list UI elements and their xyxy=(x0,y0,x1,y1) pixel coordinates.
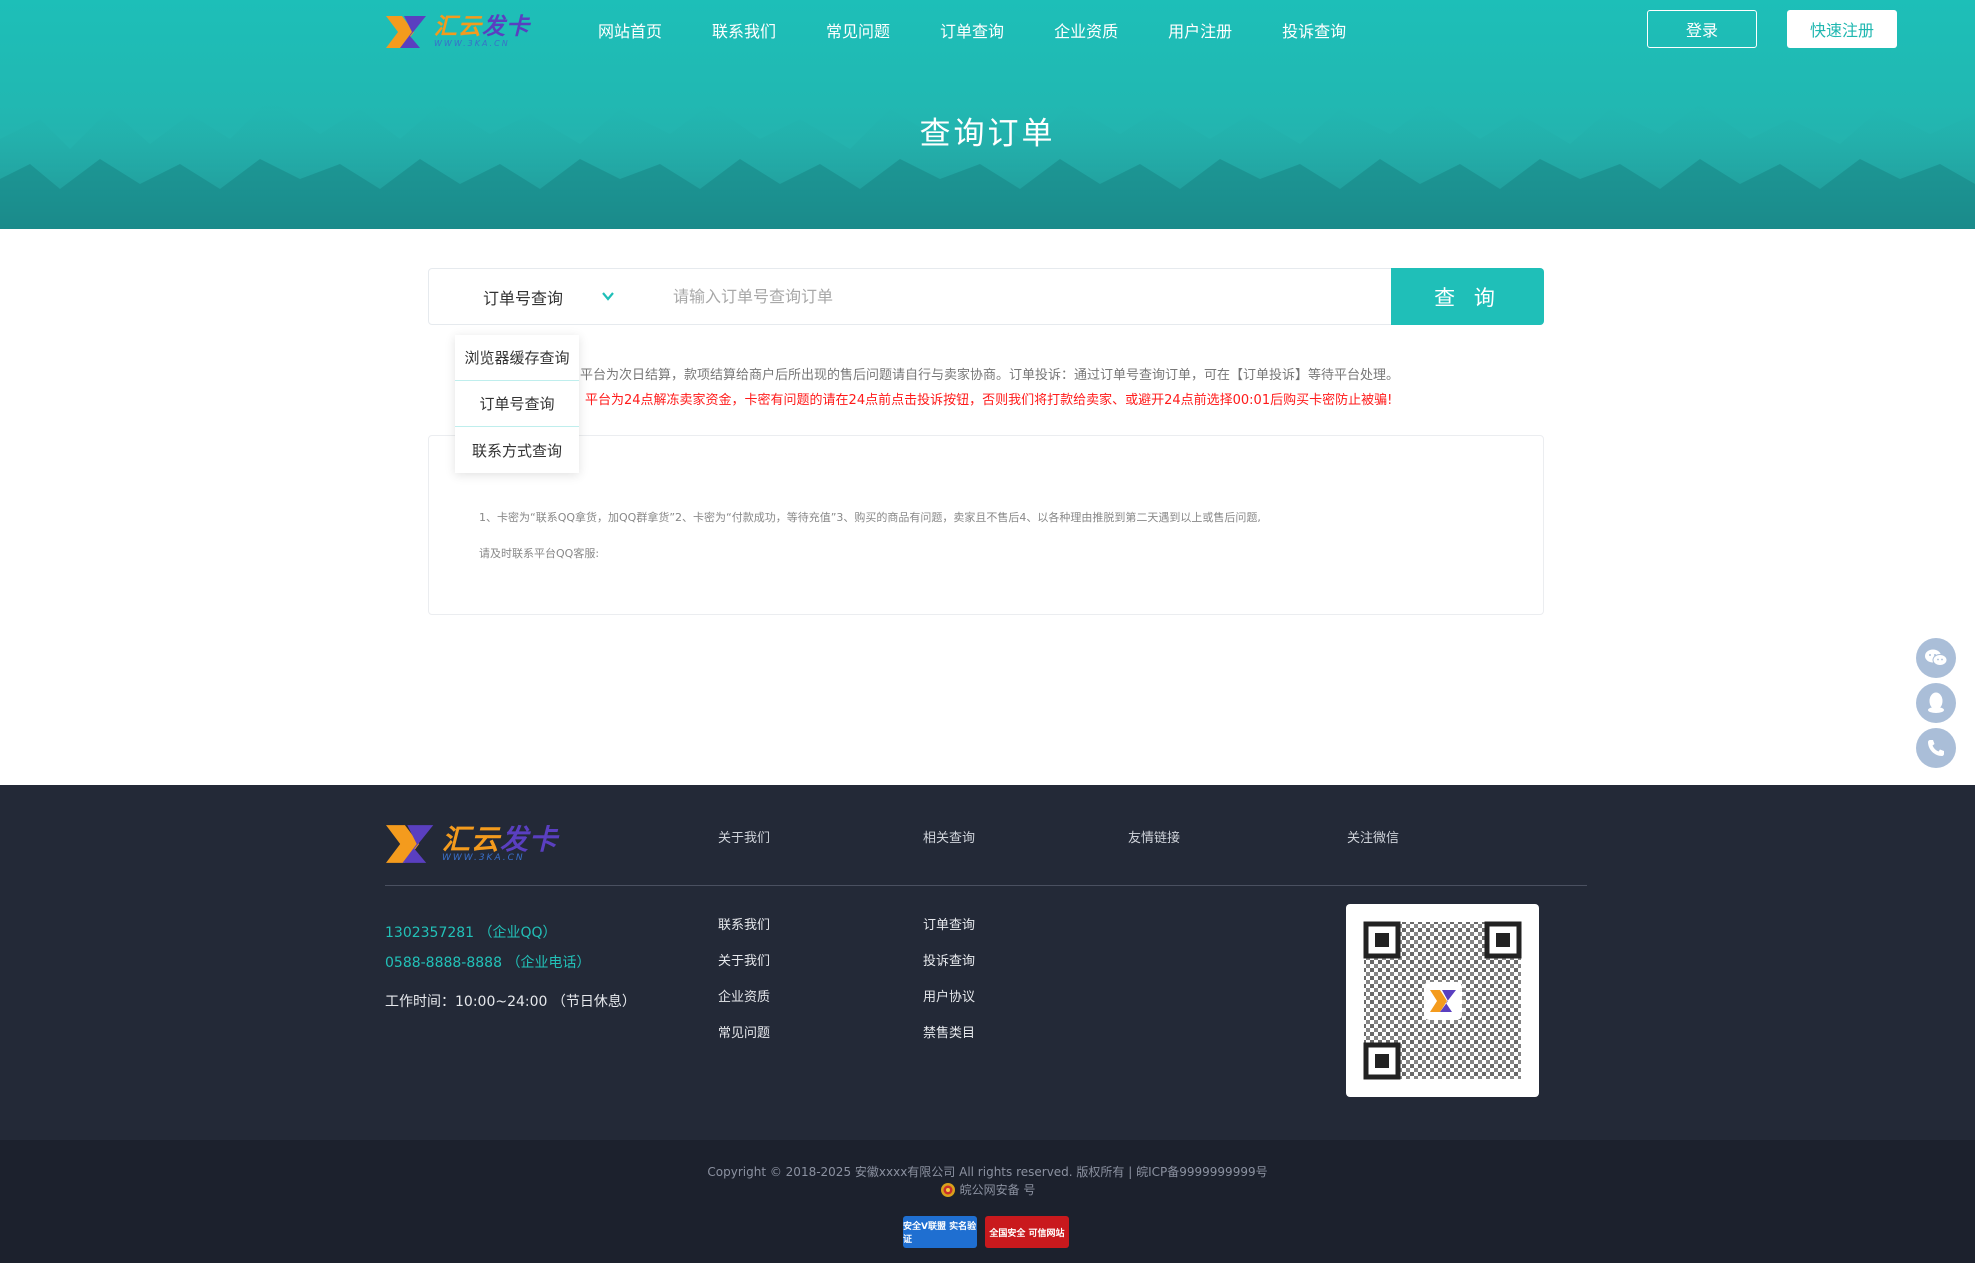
nav-order-query[interactable]: 订单查询 xyxy=(940,18,1004,42)
nav-links: 网站首页 联系我们 常见问题 订单查询 企业资质 用户注册 投诉查询 xyxy=(598,18,1396,42)
chevron-down-icon xyxy=(602,292,614,301)
real-name-badge[interactable]: 安全V联盟 实名验证 xyxy=(903,1216,977,1248)
top-nav: 汇云发卡 WWW.3KA.CN 网站首页 联系我们 常见问题 订单查询 企业资质… xyxy=(0,0,1975,58)
footer-heading-related: 相关查询 xyxy=(923,831,976,846)
logo-mark-icon xyxy=(386,15,426,48)
search-bar: 订单号查询 xyxy=(428,268,1544,325)
footer-link-banned[interactable]: 禁售类目 xyxy=(923,1022,975,1041)
footer-logo[interactable]: 汇云发卡 WWW.3KA.CN xyxy=(386,825,558,863)
footer-logo-text: 汇云发卡 xyxy=(442,822,559,856)
footer-bottom: Copyright © 2018-2025 安徽xxxx有限公司 All rig… xyxy=(0,1140,1975,1263)
site-logo[interactable]: 汇云发卡 WWW.3KA.CN xyxy=(386,15,530,48)
police-emblem-icon xyxy=(940,1182,955,1197)
footer-link-complaint[interactable]: 投诉查询 xyxy=(923,950,975,969)
footer-logo-url: WWW.3KA.CN xyxy=(442,852,525,863)
footer-link-agreement[interactable]: 用户协议 xyxy=(923,986,975,1005)
wechat-icon xyxy=(1925,649,1948,666)
footer-heading-links: 友情链接 xyxy=(1128,831,1181,846)
query-type-select[interactable]: 订单号查询 xyxy=(429,269,629,324)
info-line-2: 请及时联系平台QQ客服: xyxy=(479,547,600,560)
register-button[interactable]: 快速注册 xyxy=(1787,10,1897,48)
login-button[interactable]: 登录 xyxy=(1647,10,1757,48)
footer-link-qualification[interactable]: 企业资质 xyxy=(718,986,770,1005)
nav-complaint[interactable]: 投诉查询 xyxy=(1282,18,1346,42)
nav-faq[interactable]: 常见问题 xyxy=(826,18,890,42)
phone-icon xyxy=(1928,740,1944,756)
wechat-qr-code xyxy=(1346,904,1539,1097)
logo-text: 汇云发卡 xyxy=(434,14,530,40)
page-title: 查询订单 xyxy=(919,116,1056,152)
query-type-dropdown: 浏览器缓存查询 订单号查询 联系方式查询 xyxy=(455,335,579,473)
footer-heading-wechat: 关注微信 xyxy=(1347,831,1400,846)
phone-float-button[interactable] xyxy=(1916,728,1956,768)
info-box: 1、卡密为“联系QQ拿货，加QQ群拿货”2、卡密为“付款成功，等待充值”3、购买… xyxy=(428,435,1544,615)
copyright: Copyright © 2018-2025 安徽xxxx有限公司 All rig… xyxy=(707,1165,1268,1179)
qq-icon xyxy=(1928,692,1944,713)
qq-float-button[interactable] xyxy=(1916,683,1956,723)
nav-register[interactable]: 用户注册 xyxy=(1168,18,1232,42)
option-browser-cache[interactable]: 浏览器缓存查询 xyxy=(455,335,579,381)
option-contact[interactable]: 联系方式查询 xyxy=(455,427,579,473)
nav-contact[interactable]: 联系我们 xyxy=(712,18,776,42)
hero-banner: 汇云发卡 WWW.3KA.CN 网站首页 联系我们 常见问题 订单查询 企业资质… xyxy=(0,0,1975,229)
query-type-label: 订单号查询 xyxy=(483,288,564,308)
footer-link-faq[interactable]: 常见问题 xyxy=(718,1022,770,1041)
qr-code-image xyxy=(1363,921,1522,1080)
settlement-notice: 平台为次日结算，款项结算给商户后所出现的售后问题请自行与卖家协商。订单投诉：通过… xyxy=(580,368,1400,383)
nav-home[interactable]: 网站首页 xyxy=(598,18,662,42)
trusted-site-badge[interactable]: 全国安全 可信网站 xyxy=(985,1216,1069,1248)
option-order-number[interactable]: 订单号查询 xyxy=(455,381,579,427)
info-line-1: 1、卡密为“联系QQ拿货，加QQ群拿货”2、卡密为“付款成功，等待充值”3、购买… xyxy=(479,511,1261,524)
footer: 汇云发卡 WWW.3KA.CN 关于我们 相关查询 友情链接 关注微信 1302… xyxy=(0,785,1975,1140)
search-button[interactable]: 查 询 xyxy=(1391,268,1544,325)
order-number-input[interactable] xyxy=(673,269,1273,324)
forest-background xyxy=(0,99,1975,229)
trust-badges: 安全V联盟 实名验证 全国安全 可信网站 xyxy=(903,1216,1069,1248)
footer-link-about[interactable]: 关于我们 xyxy=(718,950,770,969)
footer-link-contact[interactable]: 联系我们 xyxy=(718,914,770,933)
warning-notice: 平台为24点解冻卖家资金，卡密有问题的请在24点前点击投诉按钮，否则我们将打款给… xyxy=(585,393,1393,408)
footer-divider xyxy=(385,885,1587,886)
nav-qualification[interactable]: 企业资质 xyxy=(1054,18,1118,42)
logo-url: WWW.3KA.CN xyxy=(434,39,510,48)
police-record-text: 皖公网安备 号 xyxy=(959,1183,1036,1197)
footer-heading-about: 关于我们 xyxy=(718,831,771,846)
footer-qq[interactable]: 1302357281 （企业QQ） xyxy=(385,922,557,942)
wechat-float-button[interactable] xyxy=(1916,638,1956,678)
logo-mark-icon xyxy=(386,825,434,863)
footer-phone[interactable]: 0588-8888-8888 （企业电话） xyxy=(385,952,590,972)
footer-hours: 工作时间：10:00~24:00 （节日休息） xyxy=(385,994,636,1010)
footer-link-order[interactable]: 订单查询 xyxy=(923,914,975,933)
police-record[interactable]: 皖公网安备 号 xyxy=(0,1181,1975,1198)
